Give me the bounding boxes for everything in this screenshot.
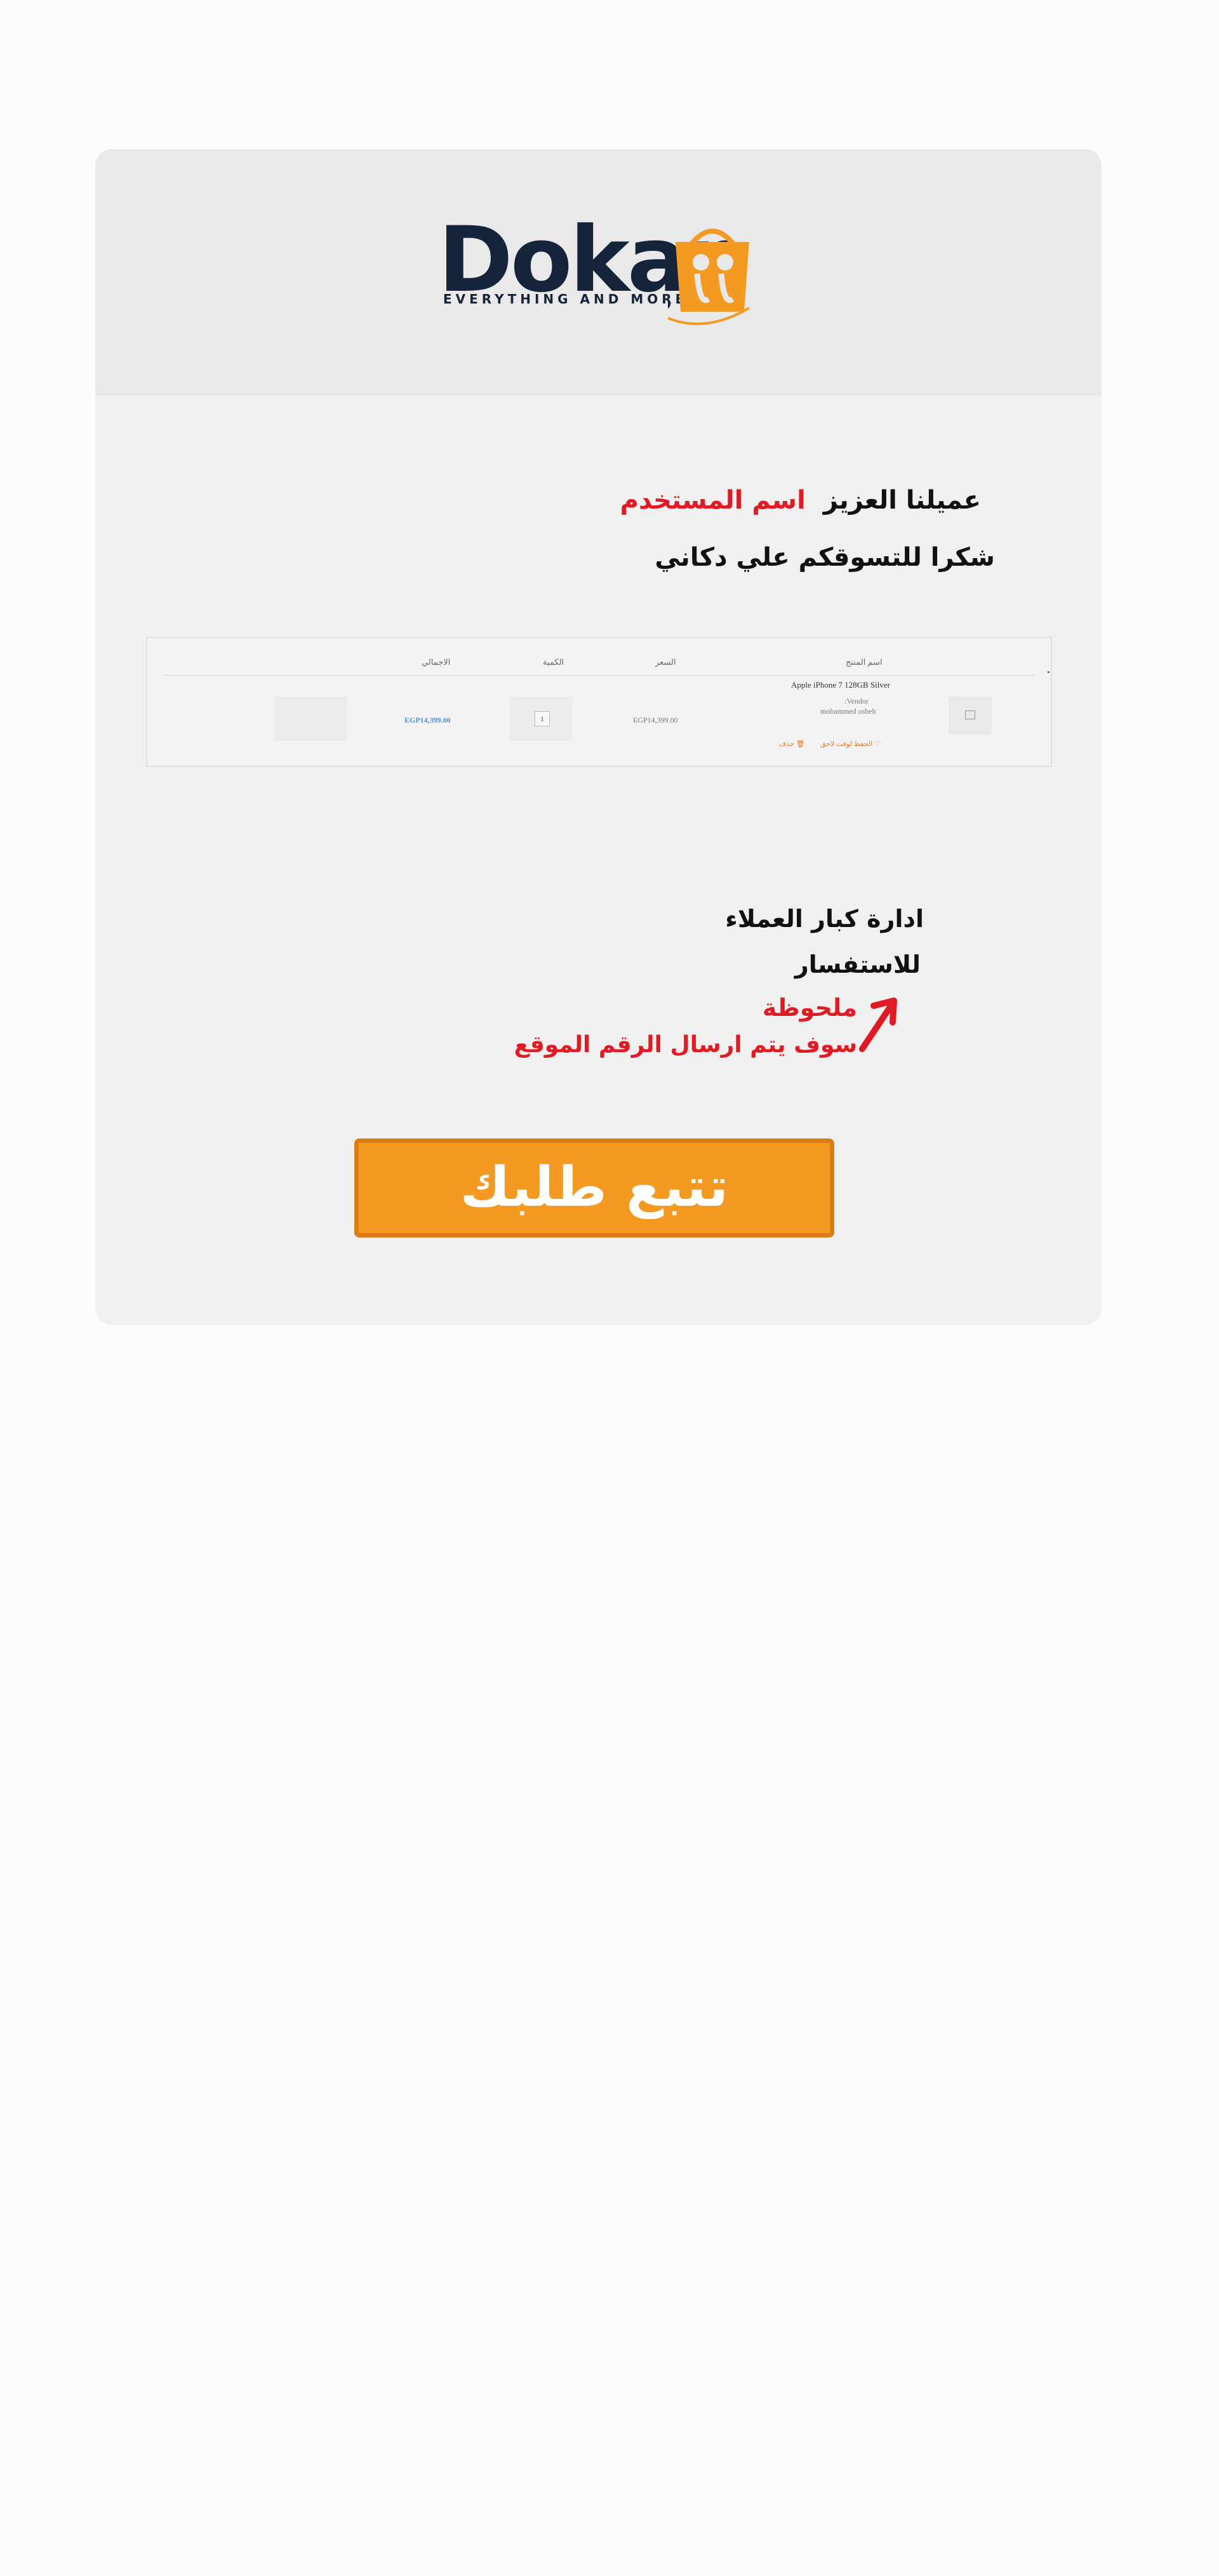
shopping-bag-icon (668, 229, 750, 325)
product-thumbnail (949, 697, 992, 735)
greeting-line: عميلنا العزيز اسم المستخدم (620, 486, 981, 515)
thanks-line: شكرا للتسوقكم علي دكاني (655, 543, 995, 572)
save-later-link[interactable]: ♡ الحفظ لوقت لاحق (820, 740, 881, 748)
header-price: السعر (655, 657, 676, 667)
unit-price: EGP14,399.00 (633, 716, 678, 724)
email-card: Dokan EVERYTHING AND MORE عميلنا العزيز ا… (95, 149, 1102, 1325)
vip-management-heading: ادارة كبار العملاء (725, 905, 924, 933)
table-dot (1048, 671, 1049, 673)
quantity-input[interactable]: 1 (535, 711, 550, 726)
header-product-name: اسم المنتج (846, 657, 883, 667)
track-order-button[interactable]: تتبع طلبك (354, 1138, 834, 1238)
header-total: الاجمالي (422, 657, 451, 667)
email-header: Dokan EVERYTHING AND MORE (95, 149, 1102, 396)
total-cell-bg (274, 697, 347, 741)
line-total: EGP14,399.00 (404, 716, 451, 724)
product-name[interactable]: Apple iPhone 7 128GB Silver (791, 680, 890, 690)
cart-table-screenshot: اسم المنتج السعر الكمية الاجمالي Apple i… (146, 637, 1052, 767)
image-placeholder-icon (965, 711, 975, 719)
vendor-name: mohammed osbeh (820, 707, 876, 716)
remove-link[interactable]: 🗑 حذف (779, 740, 805, 748)
pointer-arrow-icon (859, 998, 897, 1052)
dokan-logo: Dokan EVERYTHING AND MORE (438, 213, 768, 327)
header-quantity: الكمية (543, 657, 564, 667)
inquiry-label: للاستفسار (794, 951, 921, 978)
vendor-label: :Vendor (844, 697, 869, 705)
note-body: سوف يتم ارسال الرقم الموقع (514, 1032, 857, 1058)
logo-tagline: EVERYTHING AND MORE (443, 291, 688, 307)
note-title: ملحوظة (762, 994, 857, 1022)
username-placeholder: اسم المستخدم (620, 486, 806, 515)
header-divider (163, 675, 1035, 676)
greeting-prefix: عميلنا العزيز (823, 486, 981, 515)
